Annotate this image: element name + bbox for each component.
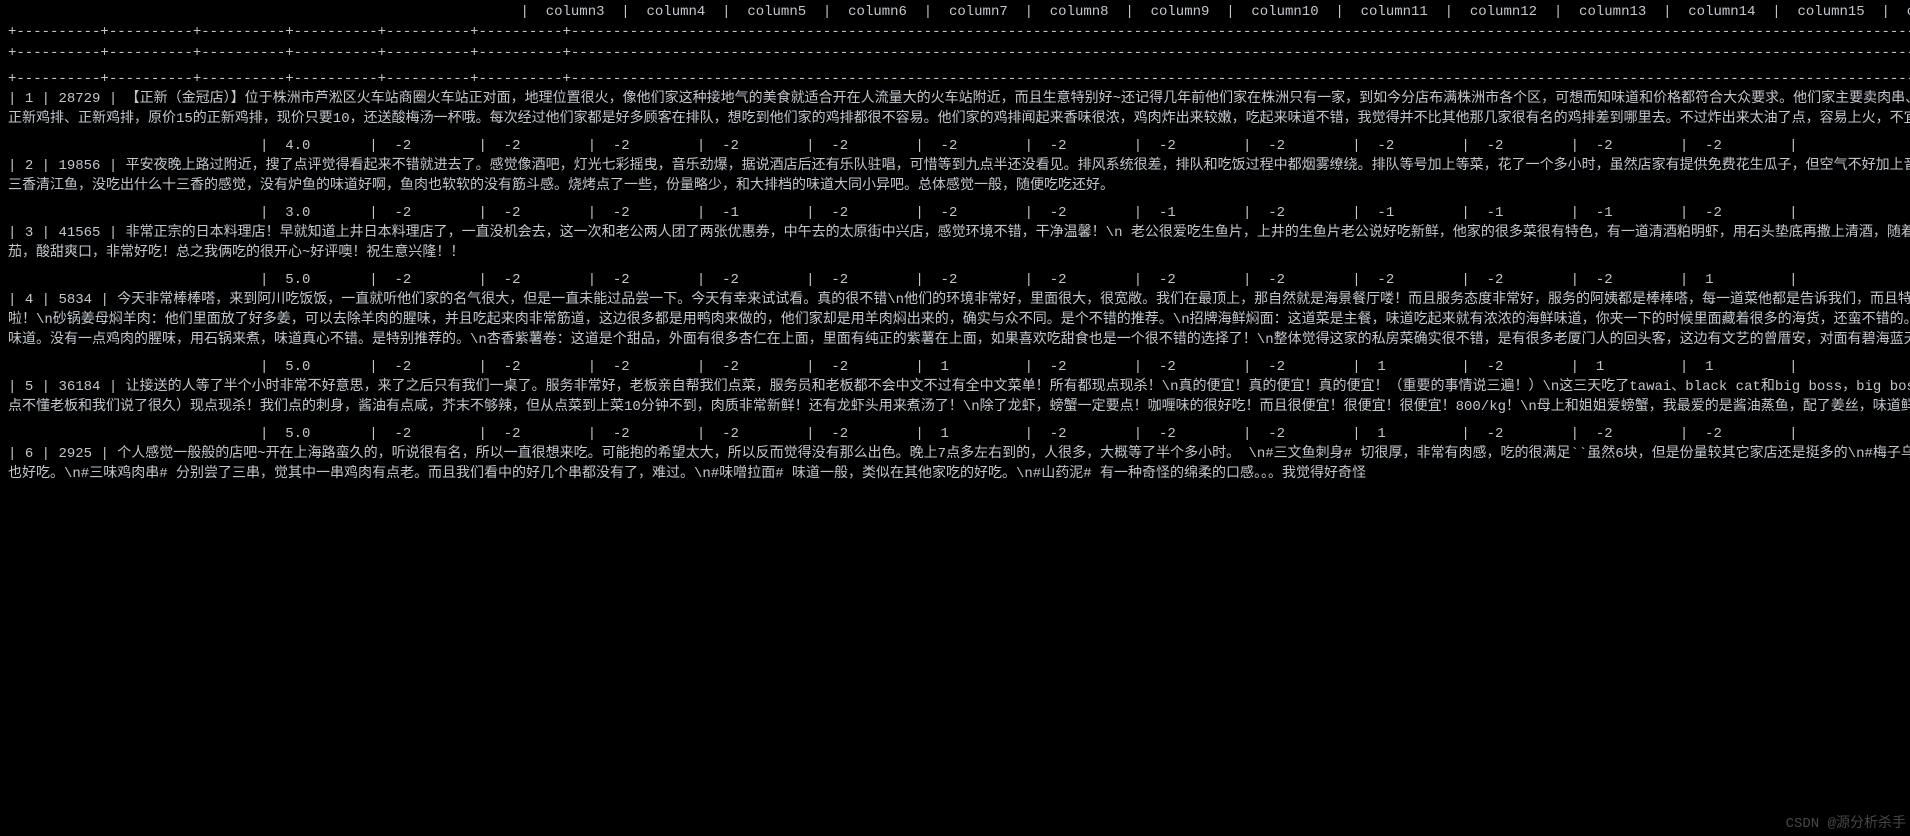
row-code: 19856: [58, 158, 100, 174]
row-numeric-footer: | 3.0 | -2 | -2 | -2 | -1 | -2 | -2 | -2…: [8, 203, 1910, 223]
row-numeric-footer: | 5.0 | -2 | -2 | -2 | -2 | -2 | -2 | -2…: [8, 270, 1910, 290]
row-id: 5: [25, 379, 33, 395]
row-code: 5834: [58, 292, 92, 308]
rule-divider: +----------+----------+----------+------…: [8, 69, 1910, 89]
rule-divider: +----------+----------+----------+------…: [8, 22, 1910, 42]
row-id: 6: [25, 446, 33, 462]
row-text: 平安夜晚上路过附近，搜了点评觉得看起来不错就进去了。感觉像酒吧，灯光七彩摇曳，音…: [8, 158, 1910, 194]
row-id: 3: [25, 225, 33, 241]
table-row: | 4 | 5834 | 今天非常棒棒嗒，来到阿川吃饭饭，一直就听他们家的名气很…: [8, 290, 1910, 351]
row-numeric-footer: | 5.0 | -2 | -2 | -2 | -2 | -2 | 1 | -2 …: [8, 424, 1910, 444]
row-code: 36184: [58, 379, 100, 395]
row-code: 2925: [58, 446, 92, 462]
row-numeric-footer: | 4.0 | -2 | -2 | -2 | -2 | -2 | -2 | -2…: [8, 136, 1910, 156]
row-id: 2: [25, 158, 33, 174]
rule-divider: +----------+----------+----------+------…: [8, 43, 1910, 63]
table-body: | 1 | 28729 | 【正新（金冠店）】位于株洲市芦淞区火车站商圈火车站正…: [8, 89, 1910, 490]
table-row: | 5 | 36184 | 让接送的人等了半个小时非常不好意思，来了之后只有我们…: [8, 377, 1910, 418]
row-text: 非常正宗的日本料理店！早就知道上井日本料理店了，一直没机会去，这一次和老公两人团…: [8, 225, 1910, 261]
table-row: | 2 | 19856 | 平安夜晚上路过附近，搜了点评觉得看起来不错就进去了。…: [8, 156, 1910, 197]
row-text: 让接送的人等了半个小时非常不好意思，来了之后只有我们一桌了。服务非常好，老板亲自…: [8, 379, 1910, 415]
terminal-output: | column3 | column4 | column5 | column6 …: [0, 0, 1910, 499]
row-id: 1: [25, 91, 33, 107]
row-code: 28729: [58, 91, 100, 107]
row-text: 今天非常棒棒嗒，来到阿川吃饭饭，一直就听他们家的名气很大，但是一直未能过品尝一下…: [8, 292, 1910, 349]
row-code: 41565: [58, 225, 100, 241]
row-text: 个人感觉一般般的店吧~开在上海路蛮久的，听说很有名，所以一直很想来吃。可能抱的希…: [8, 446, 1910, 482]
table-row: | 1 | 28729 | 【正新（金冠店）】位于株洲市芦淞区火车站商圈火车站正…: [8, 89, 1910, 130]
row-numeric-footer: | 5.0 | -2 | -2 | -2 | -2 | -2 | 1 | -2 …: [8, 357, 1910, 377]
table-row: | 3 | 41565 | 非常正宗的日本料理店！早就知道上井日本料理店了，一直…: [8, 223, 1910, 264]
row-text: 【正新（金冠店）】位于株洲市芦淞区火车站商圈火车站正对面，地理位置很火，像他们家…: [8, 91, 1910, 127]
row-id: 4: [25, 292, 33, 308]
table-row: | 6 | 2925 | 个人感觉一般般的店吧~开在上海路蛮久的，听说很有名，所…: [8, 444, 1910, 485]
watermark: CSDN @源分析杀手: [1786, 814, 1906, 834]
column-header-row: | column3 | column4 | column5 | column6 …: [8, 2, 1910, 22]
